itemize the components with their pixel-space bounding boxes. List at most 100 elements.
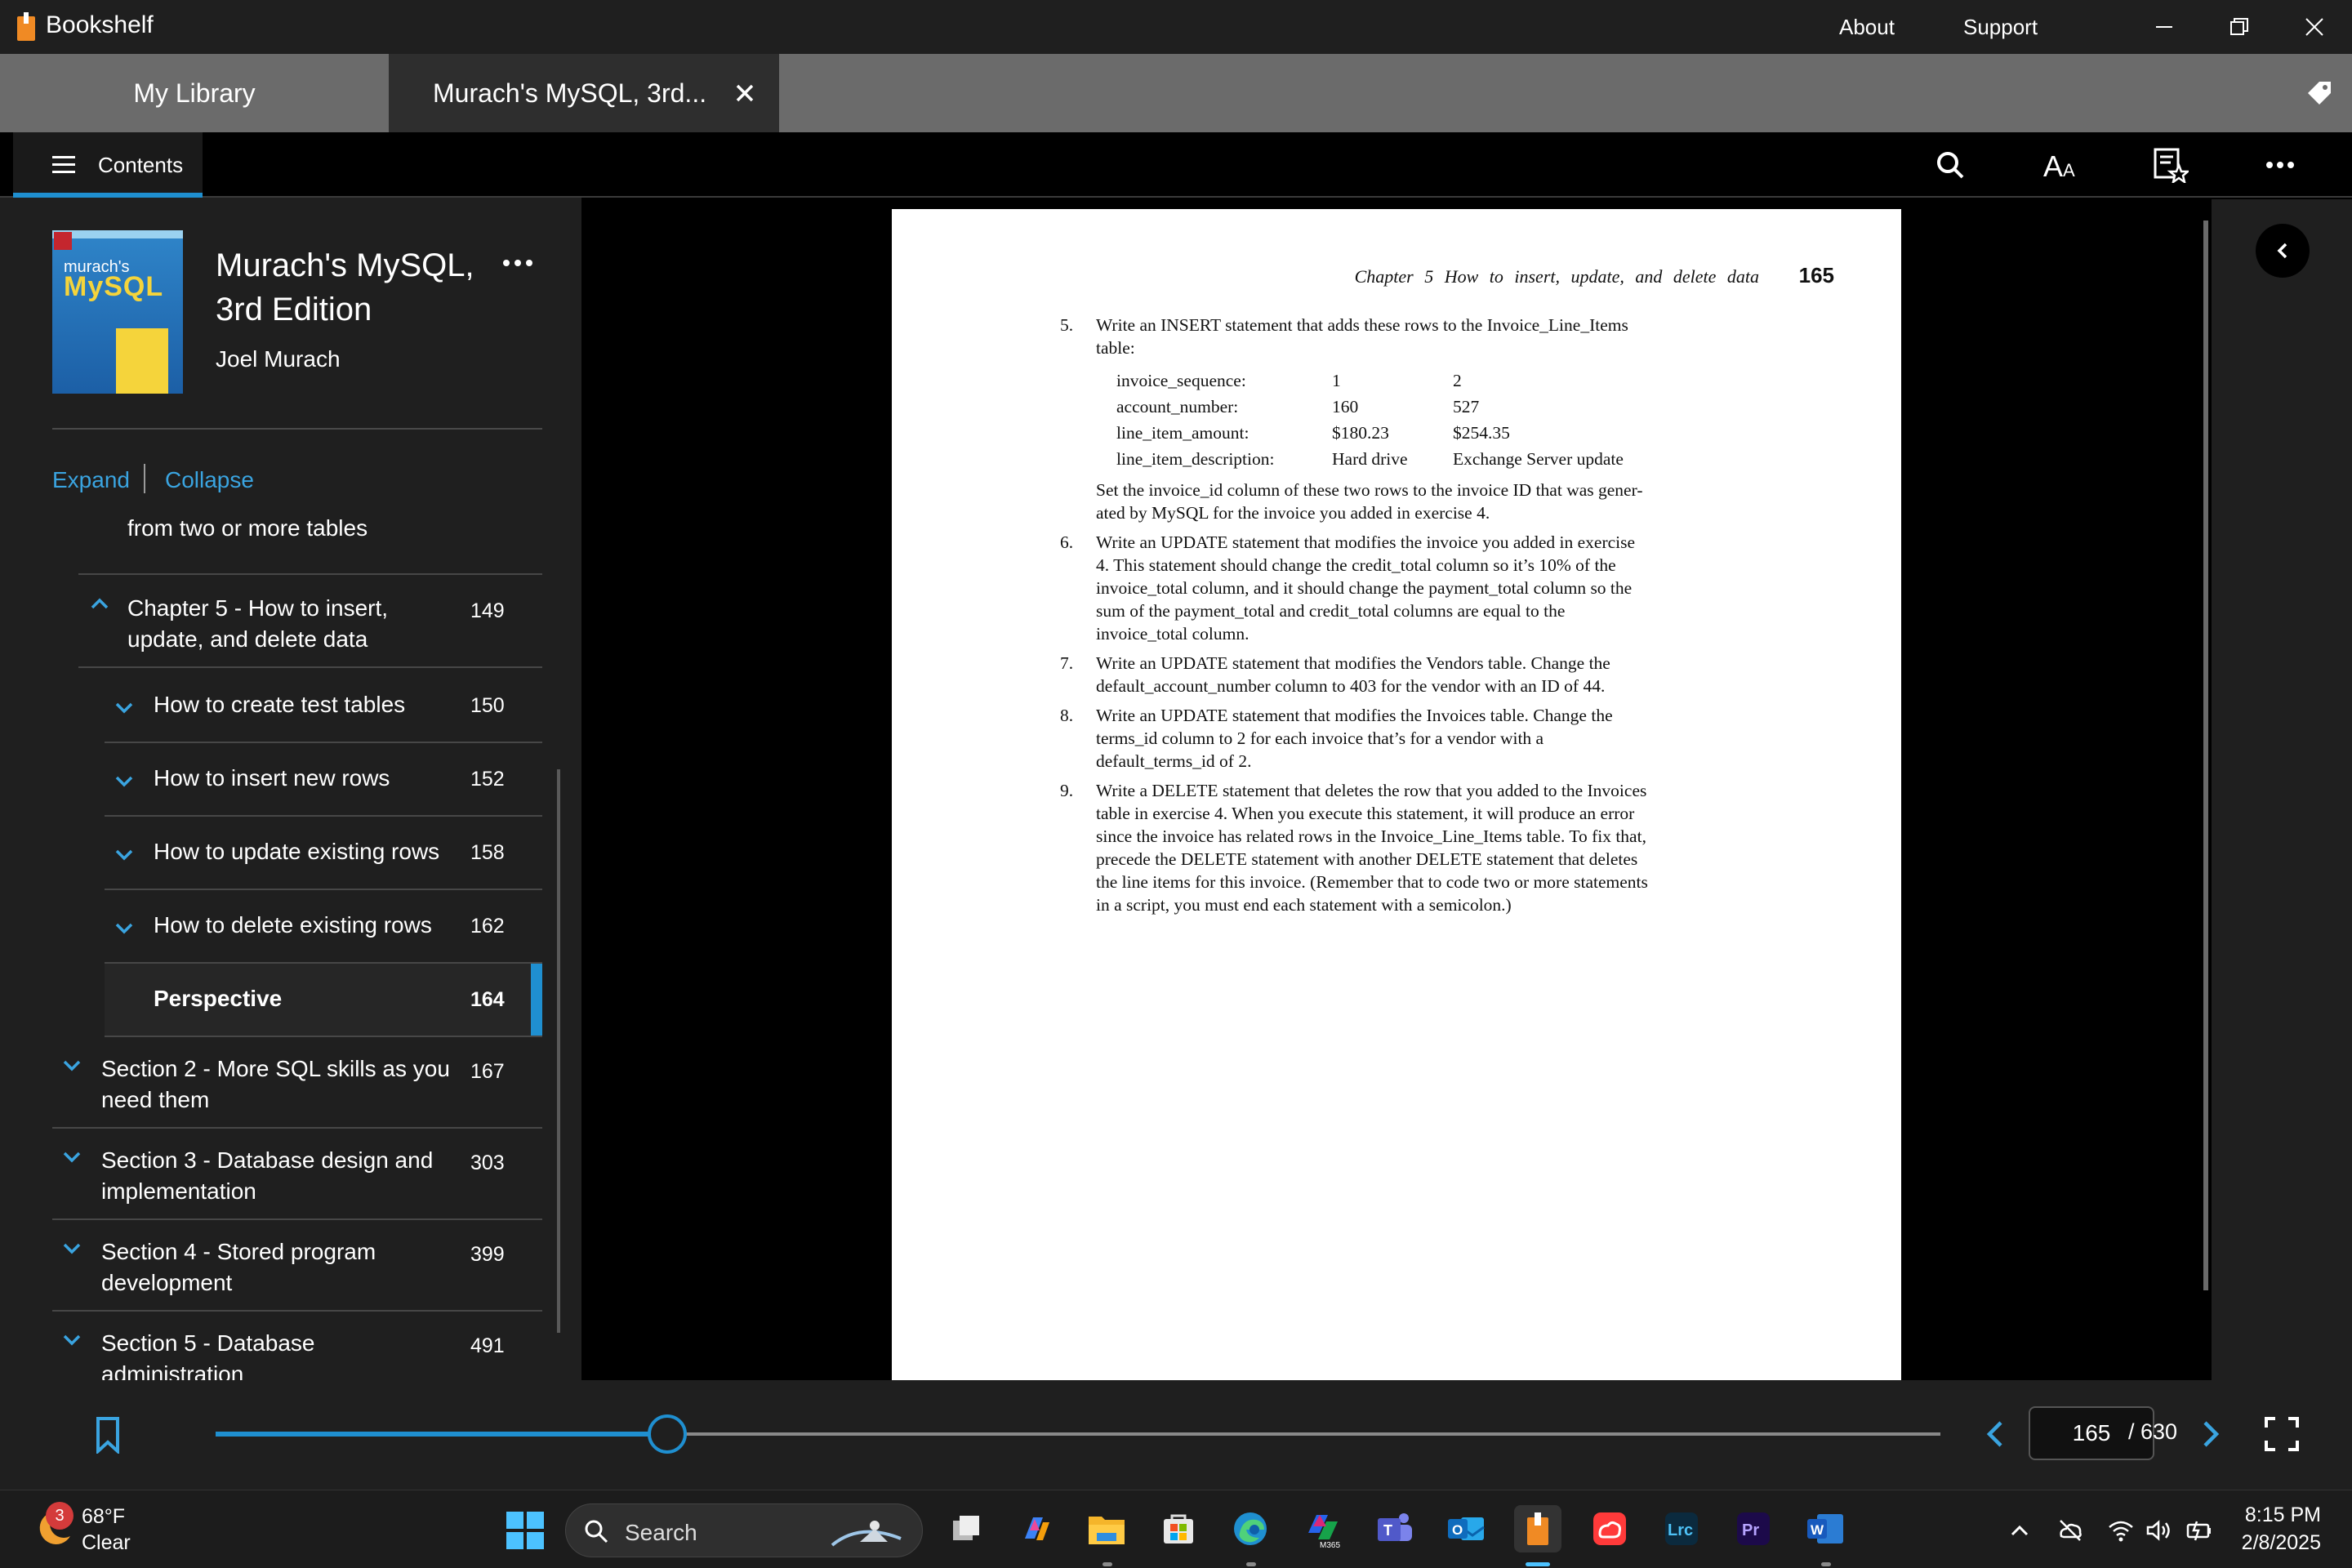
table-row: line_item_description: Hard drive Exchan… <box>1116 449 1688 475</box>
current-item-indicator <box>531 964 542 1036</box>
windows-start-icon[interactable] <box>506 1512 544 1549</box>
task-view-button[interactable] <box>942 1505 990 1552</box>
table-row: line_item_amount: $180.23 $254.35 <box>1116 423 1688 449</box>
chevron-down-icon[interactable] <box>114 918 134 938</box>
reader-scrollbar[interactable] <box>2203 220 2208 1290</box>
about-link[interactable]: About <box>1839 15 1895 40</box>
toc-item-page: 491 <box>470 1334 505 1357</box>
page-slider-thumb[interactable] <box>648 1414 688 1454</box>
tab-my-library[interactable]: My Library <box>0 54 389 132</box>
close-window-button[interactable] <box>2282 7 2347 47</box>
support-link[interactable]: Support <box>1963 15 2038 40</box>
exercise-line: in a script, you must end each statement… <box>1096 895 1512 915</box>
exercise-8: 8. Write an UPDATE statement that modifi… <box>1060 704 1746 773</box>
previous-page-icon[interactable] <box>1980 1418 2012 1450</box>
exercise-5: 5. Write an INSERT statement that adds t… <box>1060 314 1746 359</box>
exercise-line: table: <box>1096 338 1135 358</box>
toc-item[interactable]: How to insert new rows 152 <box>105 743 542 817</box>
search-button[interactable] <box>1931 145 1970 185</box>
chevron-up-icon[interactable] <box>2006 1517 2034 1544</box>
bookmarks-list-button[interactable] <box>2151 145 2190 185</box>
minimize-button[interactable] <box>2132 7 2197 47</box>
toc-item-section[interactable]: Section 5 - Database administration 491 <box>52 1312 542 1380</box>
chevron-down-icon[interactable] <box>62 1147 82 1166</box>
chevron-down-icon[interactable] <box>62 1238 82 1258</box>
copilot-button[interactable] <box>1013 1505 1060 1552</box>
exercise-line: Write an UPDATE statement that modifies … <box>1096 653 1610 673</box>
toc-item-chapter-5[interactable]: Chapter 5 - How to insert, update, and d… <box>78 577 542 668</box>
lightroom-classic-button[interactable]: Lrc <box>1658 1505 1705 1552</box>
chevron-up-icon[interactable] <box>90 595 109 614</box>
copilot-icon <box>1025 1517 1049 1540</box>
chevron-down-icon[interactable] <box>114 771 134 791</box>
battery-charging-icon[interactable] <box>2185 1517 2213 1544</box>
file-explorer-button[interactable] <box>1083 1505 1130 1552</box>
onedrive-offline-icon[interactable] <box>2056 1517 2084 1544</box>
toc-item-page: 162 <box>470 915 505 938</box>
volume-icon[interactable] <box>2145 1517 2172 1544</box>
toc-item-section[interactable]: Section 4 - Stored program development 3… <box>52 1220 542 1312</box>
wifi-icon[interactable] <box>2107 1517 2135 1544</box>
toc-item-page: 150 <box>470 694 505 717</box>
chevron-down-icon[interactable] <box>62 1055 82 1075</box>
restore-button[interactable] <box>2207 7 2272 47</box>
expand-link[interactable]: Expand <box>52 467 130 493</box>
toc-item-current[interactable]: Perspective 164 <box>105 964 542 1037</box>
toc-item-section[interactable]: Section 3 - Database design and implemen… <box>52 1129 542 1220</box>
tab-book[interactable]: Murach's MySQL, 3rd... <box>389 54 779 132</box>
weather-description[interactable]: Clear <box>82 1531 131 1555</box>
sidebar-scrollbar[interactable] <box>557 769 560 1333</box>
edge-button[interactable] <box>1227 1505 1274 1552</box>
toc-item[interactable]: How to delete existing rows 162 <box>105 890 542 964</box>
close-tab-icon[interactable] <box>730 78 760 108</box>
microsoft-store-button[interactable] <box>1155 1505 1202 1552</box>
exercise-9: 9. Write a DELETE statement that deletes… <box>1060 779 1746 916</box>
premiere-pro-button[interactable]: Pr <box>1730 1505 1777 1552</box>
text-size-button[interactable]: AA <box>2042 145 2081 185</box>
chevron-down-icon[interactable] <box>62 1330 82 1349</box>
svg-text:A: A <box>2063 160 2075 180</box>
toc-item[interactable]: How to create test tables 150 <box>105 670 542 743</box>
svg-text:W: W <box>1811 1522 1824 1538</box>
m365-button[interactable]: M365 <box>1298 1505 1346 1552</box>
table-cell: Hard drive <box>1332 449 1408 469</box>
table-row: invoice_sequence: 1 2 <box>1116 371 1688 397</box>
table-cell: 1 <box>1332 371 1341 390</box>
bookmark-icon[interactable] <box>95 1416 121 1454</box>
outlook-button[interactable]: O <box>1442 1505 1490 1552</box>
toc-item-page: 167 <box>470 1060 505 1083</box>
table-cell: $180.23 <box>1332 423 1389 443</box>
book-more-icon[interactable] <box>501 255 534 271</box>
running-indicator <box>1246 1562 1256 1566</box>
toc-item-section[interactable]: Section 2 - More SQL skills as you need … <box>52 1037 542 1129</box>
exercise-line: default_account_number column to 403 for… <box>1096 676 1606 696</box>
toc-item-page: 152 <box>470 768 505 791</box>
next-page-icon[interactable] <box>2194 1418 2226 1450</box>
creative-cloud-button[interactable] <box>1586 1505 1633 1552</box>
table-cell: 527 <box>1453 397 1480 416</box>
tag-icon[interactable] <box>2305 78 2334 108</box>
weather-temperature[interactable]: 68°F <box>82 1505 125 1529</box>
chevron-down-icon[interactable] <box>114 697 134 717</box>
toc-item[interactable]: How to update existing rows 158 <box>105 817 542 890</box>
premiere-pro-icon: Pr <box>1737 1512 1770 1545</box>
book-cover[interactable]: murach's MySQL <box>52 230 183 394</box>
more-icon <box>2266 162 2294 168</box>
more-options-button[interactable] <box>2261 145 2300 185</box>
teams-button[interactable]: T <box>1370 1505 1418 1552</box>
collapse-link[interactable]: Collapse <box>165 467 254 493</box>
toc-item[interactable]: from two or more tables <box>78 508 542 575</box>
collapse-panel-button[interactable] <box>2256 224 2310 278</box>
book-page: Chapter 5 How to insert, update, and del… <box>892 209 1901 1380</box>
taskbar-search[interactable]: Search <box>565 1503 923 1557</box>
contents-button[interactable]: Contents <box>13 132 203 198</box>
chevron-down-icon[interactable] <box>114 844 134 864</box>
exercise-number: 6. <box>1060 532 1074 552</box>
clock-time[interactable]: 8:15 PM <box>2245 1503 2321 1527</box>
word-button[interactable]: W <box>1802 1505 1849 1552</box>
toc-item-label: Section 3 - Database design and implemen… <box>101 1147 434 1204</box>
book-title: Murach's MySQL, 3rd Edition <box>216 247 474 327</box>
clock-date[interactable]: 2/8/2025 <box>2242 1531 2321 1555</box>
bookshelf-taskbar-button[interactable] <box>1514 1505 1561 1552</box>
fullscreen-icon[interactable] <box>2264 1416 2300 1452</box>
